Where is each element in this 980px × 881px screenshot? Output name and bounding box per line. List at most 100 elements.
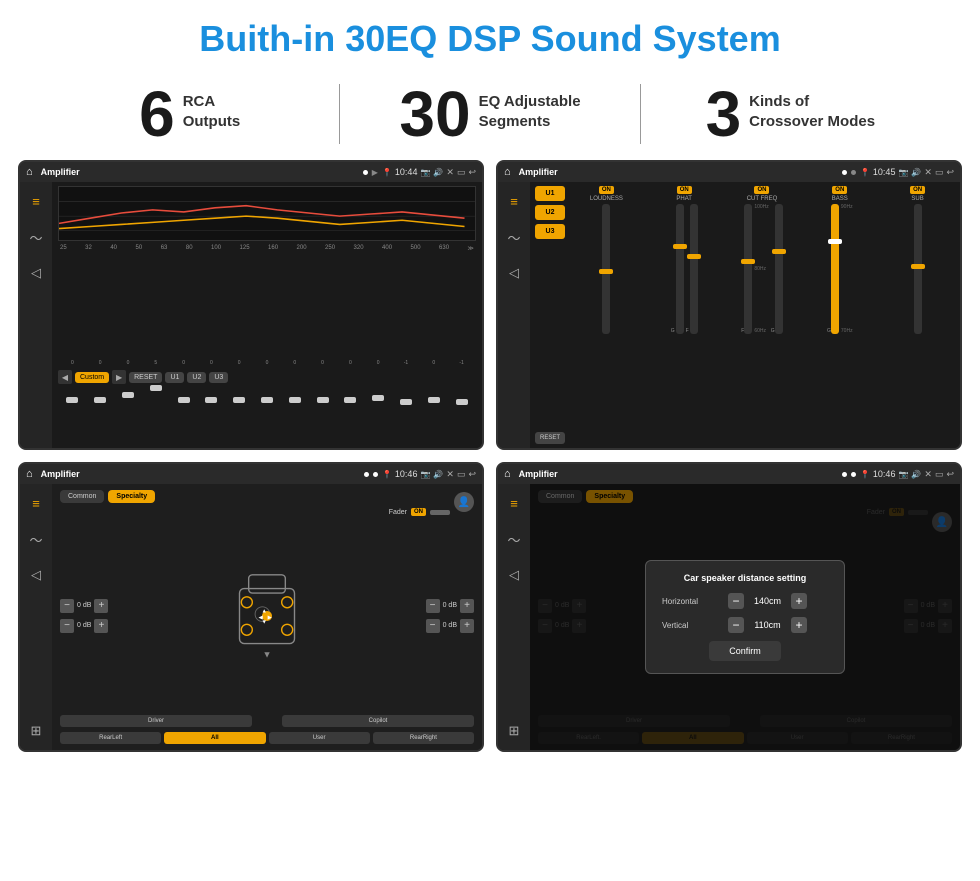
slider-5[interactable]: 0 xyxy=(171,357,196,366)
copilot-btn[interactable]: Copilot xyxy=(282,715,474,727)
prev-preset-btn[interactable]: ◀ xyxy=(58,370,72,384)
forward-icon-1[interactable]: ▶ xyxy=(372,168,378,177)
u3-select-btn[interactable]: U3 xyxy=(535,224,565,239)
common-tab[interactable]: Common xyxy=(60,490,104,503)
u3-btn[interactable]: U3 xyxy=(209,372,228,383)
home-icon-3[interactable]: ⌂ xyxy=(26,468,33,480)
sub-slider[interactable] xyxy=(914,204,922,334)
wave-icon-4[interactable]: 〜 xyxy=(503,528,525,550)
db-plus-4[interactable]: + xyxy=(460,619,474,633)
back-icon-2[interactable]: ↩ xyxy=(946,167,954,178)
window-icon-1[interactable]: ▭ xyxy=(457,167,466,178)
speaker-icon-3[interactable]: ◁ xyxy=(25,564,47,586)
x-icon-1[interactable]: ✕ xyxy=(446,167,454,178)
wave-icon-2[interactable]: 〜 xyxy=(503,226,525,248)
rec-dot-4 xyxy=(842,472,847,477)
window-icon-4[interactable]: ▭ xyxy=(935,469,944,480)
db-minus-4[interactable]: − xyxy=(426,619,440,633)
x-icon-3[interactable]: ✕ xyxy=(446,469,454,480)
slider-7[interactable]: 0 xyxy=(227,357,252,366)
driver-btn[interactable]: Driver xyxy=(60,715,252,727)
slider-15[interactable]: -1 xyxy=(449,357,474,366)
speaker-icon-2[interactable]: ◁ xyxy=(503,262,525,284)
reset-btn[interactable]: RESET xyxy=(129,372,162,383)
cutfreq-f-slider[interactable]: F 100Hz80Hz60Hz xyxy=(741,204,769,334)
slider-2[interactable]: 0 xyxy=(88,357,113,366)
slider-6[interactable]: 0 xyxy=(199,357,224,366)
phat-f-slider[interactable]: F xyxy=(686,204,698,334)
u1-select-btn[interactable]: U1 xyxy=(535,186,565,201)
eq-icon-4[interactable]: ≡ xyxy=(503,492,525,514)
db-val-1: 0 dB xyxy=(77,602,91,609)
window-icon-2[interactable]: ▭ xyxy=(935,167,944,178)
amp3-main: 👤 Common Specialty Fader ON − 0 dB xyxy=(52,484,482,750)
phat-g-slider[interactable]: G xyxy=(671,204,684,334)
bullet-dot-4 xyxy=(851,472,856,477)
x-icon-2[interactable]: ✕ xyxy=(924,167,932,178)
vertical-minus[interactable]: − xyxy=(728,617,744,633)
horizontal-plus[interactable]: + xyxy=(791,593,807,609)
custom-btn[interactable]: Custom xyxy=(75,372,109,383)
bottom-btns-3: Driver Copilot xyxy=(60,715,474,727)
slider-11[interactable]: 0 xyxy=(338,357,363,366)
db-minus-1[interactable]: − xyxy=(60,599,74,613)
back-icon-4[interactable]: ↩ xyxy=(946,469,954,480)
db-minus-3[interactable]: − xyxy=(426,599,440,613)
db-plus-2[interactable]: + xyxy=(94,619,108,633)
confirm-button[interactable]: Confirm xyxy=(709,641,781,661)
status-icons-3: 📍 10:46 📷 🔊 ✕ ▭ ↩ xyxy=(382,469,476,480)
home-icon-2[interactable]: ⌂ xyxy=(504,166,511,178)
slider-8[interactable]: 0 xyxy=(255,357,280,366)
amp2-main: U1 U2 U3 RESET ON LOUDNESS xyxy=(530,182,960,448)
slider-4[interactable]: 5 xyxy=(143,357,168,366)
slider-13[interactable]: -1 xyxy=(394,357,419,366)
u1-btn[interactable]: U1 xyxy=(165,372,184,383)
dialog-box: Car speaker distance setting Horizontal … xyxy=(645,560,845,674)
surround-icon-4[interactable]: ⊞ xyxy=(503,720,525,742)
vertical-plus[interactable]: + xyxy=(791,617,807,633)
horizontal-minus[interactable]: − xyxy=(728,593,744,609)
db-plus-3[interactable]: + xyxy=(460,599,474,613)
window-icon-3[interactable]: ▭ xyxy=(457,469,466,480)
screen-speaker: ⌂ Amplifier 📍 10:46 📷 🔊 ✕ ▭ ↩ ≡ 〜 ◁ ⊞ xyxy=(18,462,484,752)
x-icon-4[interactable]: ✕ xyxy=(924,469,932,480)
u2-btn[interactable]: U2 xyxy=(187,372,206,383)
rearright-btn[interactable]: RearRight xyxy=(373,732,474,744)
u2-select-btn[interactable]: U2 xyxy=(535,205,565,220)
home-icon-4[interactable]: ⌂ xyxy=(504,468,511,480)
fader-slider[interactable] xyxy=(430,510,450,515)
speaker-icon[interactable]: ◁ xyxy=(25,262,47,284)
db-minus-2[interactable]: − xyxy=(60,619,74,633)
all-btn[interactable]: All xyxy=(164,732,265,744)
specialty-tab[interactable]: Specialty xyxy=(108,490,155,503)
slider-3[interactable]: 0 xyxy=(116,357,141,366)
home-icon-1[interactable]: ⌂ xyxy=(26,166,33,178)
time-1: 10:44 xyxy=(395,167,418,177)
loudness-slider[interactable] xyxy=(602,204,610,334)
phat-channel: ON PHAT G F xyxy=(647,186,722,334)
speaker-icon-4[interactable]: ◁ xyxy=(503,564,525,586)
slider-1[interactable]: 0 xyxy=(60,357,85,366)
bass-g-slider[interactable]: G 90Hz70Hz xyxy=(827,204,853,334)
cutfreq-g-slider[interactable]: G xyxy=(771,204,783,334)
back-icon-3[interactable]: ↩ xyxy=(468,469,476,480)
slider-9[interactable]: 0 xyxy=(282,357,307,366)
slider-14[interactable]: 0 xyxy=(421,357,446,366)
slider-10[interactable]: 0 xyxy=(310,357,335,366)
eq-icon-3[interactable]: ≡ xyxy=(25,492,47,514)
slider-12[interactable]: 0 xyxy=(366,357,391,366)
db-plus-1[interactable]: + xyxy=(94,599,108,613)
wave-icon-3[interactable]: 〜 xyxy=(25,528,47,550)
cutfreq-channel: ON CUT FREQ F 100Hz80Hz60Hz G xyxy=(725,186,800,334)
surround-icon-3[interactable]: ⊞ xyxy=(25,720,47,742)
eq-icon-2[interactable]: ≡ xyxy=(503,190,525,212)
back-icon-1[interactable]: ↩ xyxy=(468,167,476,178)
user-btn[interactable]: User xyxy=(269,732,370,744)
wave-icon[interactable]: 〜 xyxy=(25,226,47,248)
amp2-reset-btn[interactable]: RESET xyxy=(535,432,565,444)
eq-icon[interactable]: ≡ xyxy=(25,190,47,212)
play-btn[interactable]: ▶ xyxy=(112,370,126,384)
sub-on: ON xyxy=(910,186,925,194)
status-icons-4: 📍 10:46 📷 🔊 ✕ ▭ ↩ xyxy=(860,469,954,480)
rearleft-btn[interactable]: RearLeft xyxy=(60,732,161,744)
